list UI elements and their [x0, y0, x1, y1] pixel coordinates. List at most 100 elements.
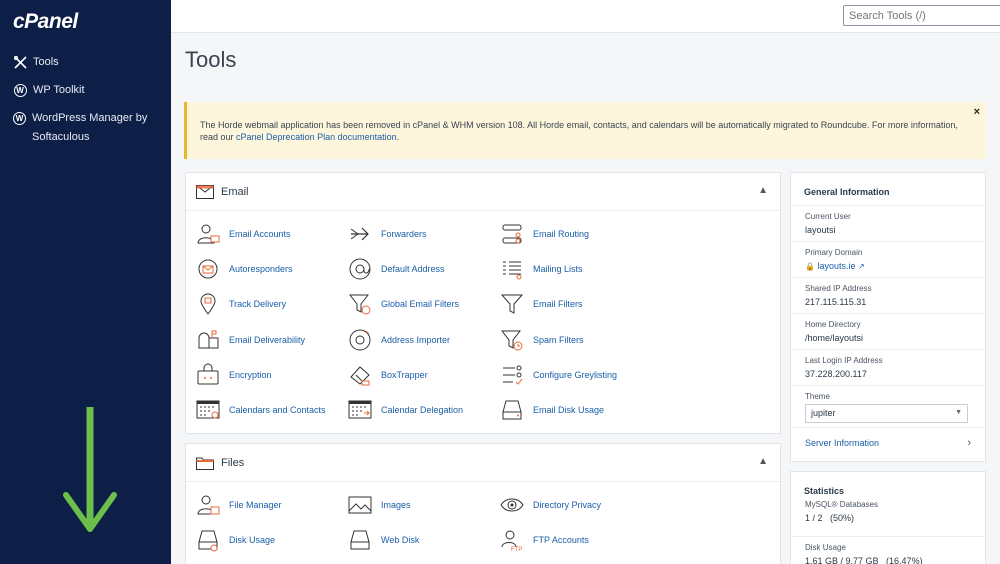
greylisting-icon: [499, 363, 525, 387]
notice-suffix: .: [396, 132, 400, 142]
tool-file-manager[interactable]: File Manager: [195, 493, 282, 517]
sidebar-item-wordpress-manager[interactable]: W WordPress Manager by Softaculous: [13, 109, 163, 147]
mysql-value: 1 / 2 (50%): [805, 513, 855, 523]
calendar-delegation-icon: [347, 398, 373, 422]
tool-label: File Manager: [229, 500, 282, 510]
tool-label: Directory Privacy: [533, 500, 602, 510]
email-section-title: Email: [221, 185, 249, 198]
chevron-right-icon: ›: [967, 437, 971, 449]
theme-value: jupiter: [811, 408, 836, 418]
tool-images[interactable]: Images: [347, 493, 411, 517]
disk-usage-row: Disk Usage 1.61 GB / 9.77 GB (16.47%): [791, 536, 985, 564]
tool-email-filters[interactable]: Email Filters: [499, 292, 583, 316]
home-directory-value: /home/layoutsi: [805, 333, 864, 343]
tool-web-disk[interactable]: Web Disk: [347, 528, 419, 552]
lock-box-icon: [195, 363, 221, 387]
disk-icon: [499, 398, 525, 422]
deprecation-plan-link[interactable]: cPanel Deprecation Plan documentation: [236, 132, 397, 142]
envelope-icon: [196, 184, 214, 199]
sidebar-item-tools[interactable]: Tools: [13, 53, 59, 72]
image-icon: [347, 493, 373, 517]
sidebar-item-label: WordPress Manager by Softaculous: [32, 112, 148, 143]
tool-track-delivery[interactable]: Track Delivery: [195, 292, 286, 316]
disk-usage-label: Disk Usage: [805, 543, 846, 552]
boxtrapper-icon: [347, 363, 373, 387]
tool-autoresponders[interactable]: Autoresponders: [195, 257, 293, 281]
tool-label: Email Deliverability: [229, 334, 306, 345]
tool-disk-usage[interactable]: Disk Usage: [195, 528, 275, 552]
files-section-title: Files: [221, 456, 245, 469]
tool-configure-greylisting[interactable]: Configure Greylisting: [499, 363, 617, 387]
tool-mailing-lists[interactable]: Mailing Lists: [499, 257, 583, 281]
tool-ftp-accounts[interactable]: FTP FTP Accounts: [499, 528, 589, 552]
statistics-panel: Statistics MySQL® Databases 1 / 2 (50%) …: [790, 471, 986, 564]
tool-email-deliverability[interactable]: Email Deliverability: [195, 328, 305, 352]
tool-label: Email Routing: [533, 229, 590, 239]
web-disk-icon: [347, 528, 373, 552]
tool-email-disk-usage[interactable]: Email Disk Usage: [499, 398, 604, 422]
tool-email-routing[interactable]: Email Routing: [499, 222, 589, 246]
user-mail-icon: [195, 222, 221, 246]
filter-globe-icon: [347, 292, 373, 316]
tool-label: Autoresponders: [229, 264, 293, 275]
current-user-label: Current User: [805, 212, 851, 221]
file-user-icon: [195, 493, 221, 517]
tools-icon: [13, 55, 27, 69]
tool-label: Web Disk: [381, 535, 420, 545]
files-section-header[interactable]: Files ▲: [186, 444, 780, 482]
tool-label: Email Disk Usage: [533, 405, 605, 415]
tool-forwarders[interactable]: Forwarders: [347, 222, 427, 246]
tool-encryption[interactable]: Encryption: [195, 363, 272, 387]
tool-directory-privacy[interactable]: Directory Privacy: [499, 493, 601, 517]
search-tools-input[interactable]: [843, 5, 1000, 26]
autoresponder-icon: [195, 257, 221, 281]
tool-label: Global Email Filters: [381, 299, 460, 310]
close-icon[interactable]: ×: [974, 106, 980, 118]
tool-email-accounts[interactable]: Email Accounts: [195, 222, 291, 246]
theme-select[interactable]: jupiter ▼: [805, 404, 968, 423]
general-information-title: General Information: [804, 187, 890, 197]
page-title: Tools: [185, 47, 237, 72]
tool-address-importer[interactable]: Address Importer: [347, 328, 450, 352]
disk-usage-icon: [195, 528, 221, 552]
sidebar-item-label: Tools: [33, 56, 59, 68]
chevron-up-icon[interactable]: ▲: [758, 456, 768, 467]
shared-ip-value: 217.115.115.31: [805, 297, 867, 307]
tool-default-address[interactable]: Default Address: [347, 257, 445, 281]
tool-label: Calendars and Contacts: [229, 405, 326, 415]
lock-icon: 🔒: [805, 262, 815, 271]
chevron-up-icon[interactable]: ▲: [758, 185, 768, 196]
at-icon: [347, 257, 373, 281]
statistics-title: Statistics: [804, 486, 845, 496]
tool-boxtrapper[interactable]: BoxTrapper: [347, 363, 428, 387]
last-login-label: Last Login IP Address: [805, 356, 883, 365]
tool-label: FTP Accounts: [533, 535, 589, 545]
wordpress-icon: W: [13, 83, 27, 97]
primary-domain-label: Primary Domain: [805, 248, 863, 257]
tool-calendar-delegation[interactable]: Calendar Delegation: [347, 398, 463, 422]
sidebar-item-label: WP Toolkit: [33, 84, 85, 96]
shared-ip-row: Shared IP Address 217.115.115.31: [791, 277, 985, 313]
theme-label: Theme: [805, 392, 830, 401]
external-link-icon[interactable]: ↗: [858, 262, 865, 271]
tool-global-email-filters[interactable]: Global Email Filters: [347, 292, 459, 316]
last-login-value: 37.228.200.117: [805, 369, 867, 379]
tool-label: Calendar Delegation: [381, 405, 464, 415]
eye-icon: [499, 493, 525, 517]
routing-icon: [499, 222, 525, 246]
primary-domain-link[interactable]: layouts.ie: [817, 261, 855, 271]
wordpress-icon: W: [13, 111, 26, 125]
email-section-header[interactable]: Email ▲: [186, 173, 780, 211]
tool-label: Disk Usage: [229, 535, 276, 545]
shared-ip-label: Shared IP Address: [805, 284, 872, 293]
cpanel-logo[interactable]: cPanel: [13, 10, 78, 34]
tool-label: Encryption: [229, 369, 272, 380]
server-information-link[interactable]: Server Information ›: [791, 427, 985, 457]
disk-usage-value: 1.61 GB / 9.77 GB (16.47%): [805, 556, 923, 564]
forward-arrow-icon: [347, 222, 373, 246]
caret-down-icon: ▼: [955, 409, 962, 416]
tool-calendars-and-contacts[interactable]: Calendars and Contacts: [195, 398, 326, 422]
tool-spam-filters[interactable]: Spam Filters: [499, 328, 584, 352]
server-information-label: Server Information: [805, 438, 880, 448]
sidebar-item-wp-toolkit[interactable]: W WP Toolkit: [13, 81, 85, 100]
